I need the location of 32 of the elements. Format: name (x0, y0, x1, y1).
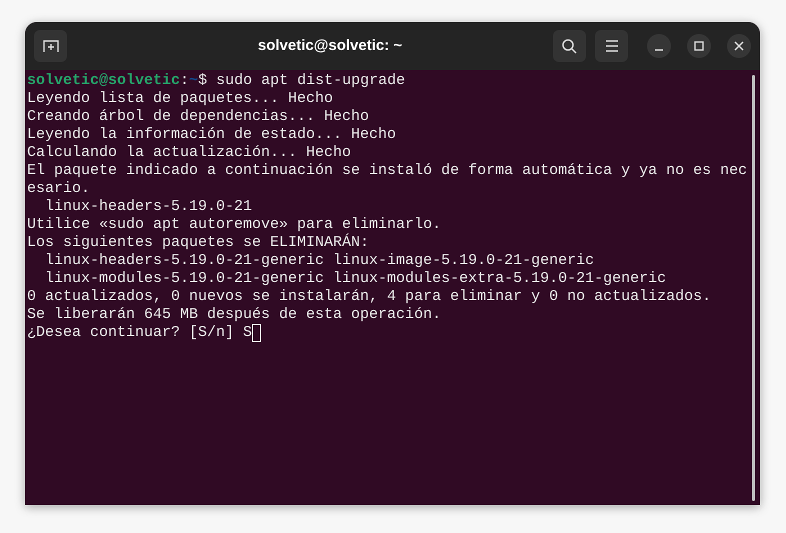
search-button[interactable] (553, 30, 586, 62)
menu-button[interactable] (595, 30, 628, 62)
scrollbar[interactable] (752, 75, 755, 501)
command-text: $ sudo apt dist-upgrade (198, 72, 406, 90)
output-line: Leyendo la información de estado... Hecho (27, 126, 396, 144)
window-title: solvetic@solvetic: ~ (256, 36, 402, 56)
new-tab-icon (42, 39, 58, 53)
close-icon (734, 41, 744, 51)
close-button[interactable] (727, 34, 751, 58)
output-line: linux-headers-5.19.0-21-generic linux-image-5.19.0-21-generic (44, 252, 594, 270)
maximize-icon (694, 41, 704, 51)
prompt-user-host: solvetic@solvetic (27, 72, 180, 90)
maximize-button[interactable] (687, 34, 711, 58)
output-line: esario. (27, 180, 90, 198)
minimize-button[interactable] (647, 34, 671, 58)
search-icon (562, 38, 577, 54)
menu-icon (604, 40, 618, 52)
output-line: Creando árbol de dependencias... Hecho (27, 108, 370, 126)
output-line: Calculando la actualización... Hecho (27, 144, 352, 162)
output-line: Leyendo lista de paquetes... Hecho (27, 90, 334, 108)
output-line: El paquete indicado a continuación se instaló de forma automática y ya no es nec (27, 162, 748, 180)
new-tab-button[interactable] (34, 30, 67, 62)
output-line: Utilice «sudo apt autoremove» para eliminarlo. (27, 216, 442, 234)
minimize-icon (655, 49, 663, 51)
input-line: ¿Desea continuar? [S/n] S (27, 324, 252, 342)
output-line: Se liberarán 645 MB después de esta operación. (27, 306, 442, 324)
output-line: Los siguientes paquetes se ELIMINARÁN: (27, 234, 370, 252)
prompt-separator: : (180, 72, 190, 90)
output-line: 0 actualizados, 0 nuevos se instalarán, 4 para eliminar y 0 no actualizados. (27, 288, 712, 306)
prompt-path: ~ (189, 72, 198, 90)
output-line: linux-modules-5.19.0-21-generic linux-modules-extra-5.19.0-21-generic (44, 270, 666, 288)
output-line: linux-headers-5.19.0-21 (44, 198, 252, 216)
